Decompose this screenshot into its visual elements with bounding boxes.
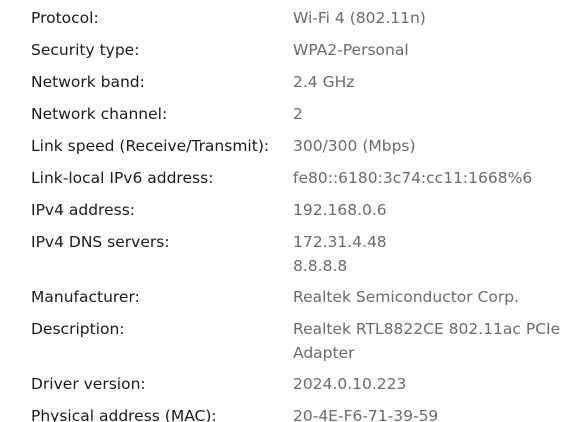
property-value-line[interactable]: WPA2-Personal	[293, 38, 565, 62]
property-value-line[interactable]: 2024.0.10.223	[293, 372, 565, 396]
property-value-line[interactable]: 20-4E-F6-71-39-59	[293, 404, 565, 422]
property-value[interactable]: 2.4 GHz	[293, 70, 565, 94]
property-value[interactable]: 300/300 (Mbps)	[293, 134, 565, 158]
property-value-line[interactable]: 172.31.4.48	[293, 230, 565, 254]
property-value-line[interactable]: 2	[293, 102, 565, 126]
property-value[interactable]: 2024.0.10.223	[293, 372, 565, 396]
property-value[interactable]: 192.168.0.6	[293, 198, 565, 222]
property-value-line[interactable]: fe80::6180:3c74:cc11:1668%6	[293, 166, 565, 190]
property-value-line[interactable]: 300/300 (Mbps)	[293, 134, 565, 158]
property-value-line[interactable]: 8.8.8.8	[293, 254, 565, 278]
property-value[interactable]: WPA2-Personal	[293, 38, 565, 62]
property-label: Network band:	[31, 73, 145, 91]
property-value-line[interactable]: 192.168.0.6	[293, 198, 565, 222]
property-value-line[interactable]: Realtek Semiconductor Corp.	[293, 285, 565, 309]
property-value[interactable]: 172.31.4.48 8.8.8.8	[293, 230, 565, 278]
property-label: IPv4 address:	[31, 201, 135, 219]
property-value-line[interactable]: Wi-Fi 4 (802.11n)	[293, 6, 565, 30]
property-label: Physical address (MAC):	[31, 407, 217, 422]
property-value[interactable]: 20-4E-F6-71-39-59	[293, 404, 565, 422]
property-label: Description:	[31, 320, 125, 338]
property-label: IPv4 DNS servers:	[31, 233, 170, 251]
property-value[interactable]: fe80::6180:3c74:cc11:1668%6	[293, 166, 565, 190]
property-value[interactable]: Realtek Semiconductor Corp.	[293, 285, 565, 309]
property-value-line[interactable]: 2.4 GHz	[293, 70, 565, 94]
property-label: Link-local IPv6 address:	[31, 169, 214, 187]
property-value-line[interactable]: Realtek RTL8822CE 802.11ac PCIe	[293, 317, 565, 341]
property-label: Network channel:	[31, 105, 168, 123]
property-label: Driver version:	[31, 375, 146, 393]
network-properties-list: Protocol: Wi-Fi 4 (802.11n) Security typ…	[0, 0, 569, 422]
property-value[interactable]: Wi-Fi 4 (802.11n)	[293, 6, 565, 30]
property-label: Protocol:	[31, 9, 99, 27]
property-value[interactable]: Realtek RTL8822CE 802.11ac PCIe Adapter	[293, 317, 565, 365]
property-label: Security type:	[31, 41, 140, 59]
property-value-line[interactable]: Adapter	[293, 341, 565, 365]
property-label: Manufacturer:	[31, 288, 140, 306]
property-value[interactable]: 2	[293, 102, 565, 126]
property-label: Link speed (Receive/Transmit):	[31, 137, 270, 155]
